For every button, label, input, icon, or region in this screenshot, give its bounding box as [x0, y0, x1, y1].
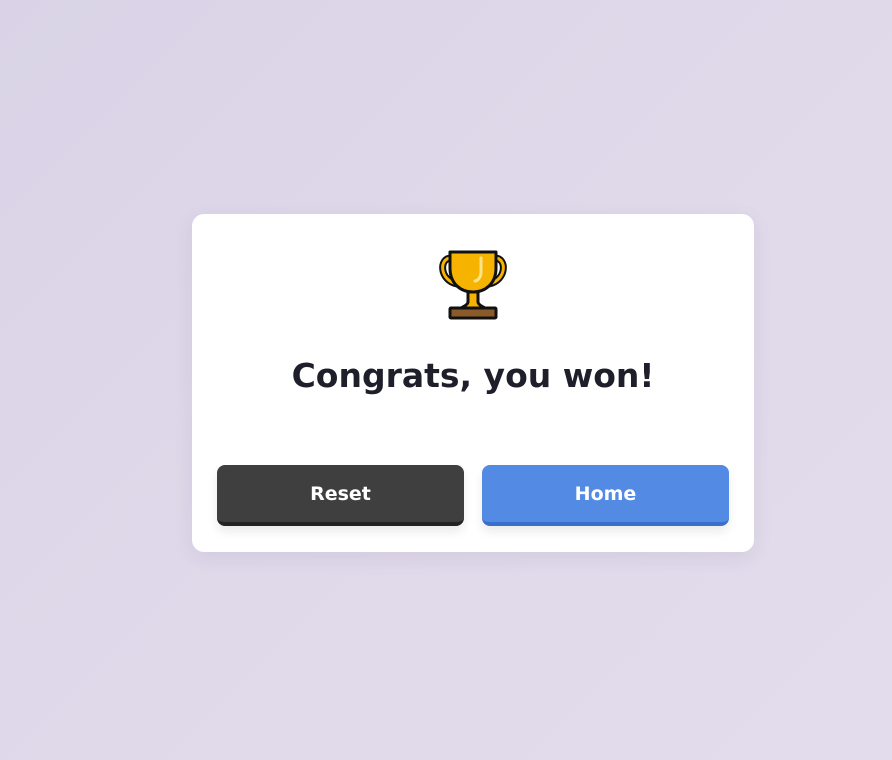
trophy-icon: [437, 248, 509, 322]
reset-button[interactable]: Reset: [217, 465, 464, 526]
win-title: Congrats, you won!: [291, 356, 655, 395]
page: { "dialog": { "icon": "trophy-icon", "ti…: [0, 0, 892, 760]
reset-button-label: Reset: [310, 482, 371, 505]
home-button[interactable]: Home: [482, 465, 729, 526]
win-dialog: Congrats, you won! Reset Home: [192, 214, 754, 552]
home-button-label: Home: [574, 482, 637, 505]
